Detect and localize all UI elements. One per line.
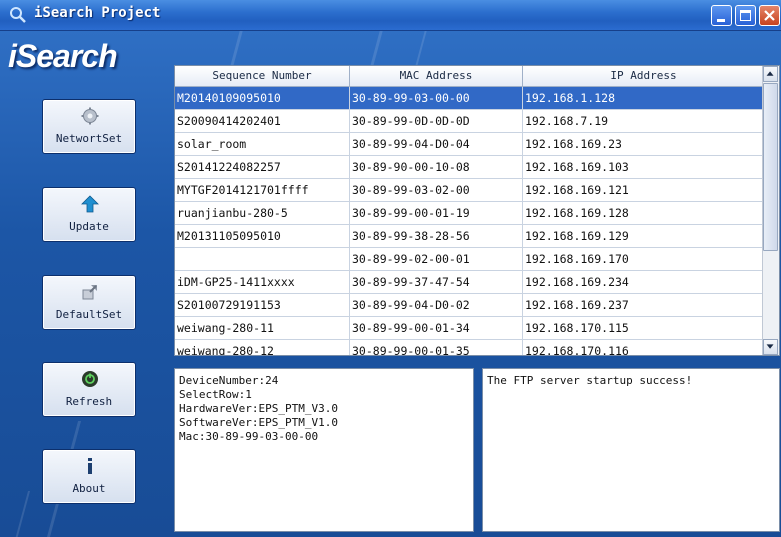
app-logo: iSearch: [8, 38, 118, 74]
column-header-sequence[interactable]: Sequence Number: [175, 66, 350, 86]
sequence-cell: S20141224082257: [175, 156, 350, 178]
table-row[interactable]: S20100729191153 30-89-99-04-D0-02 192.168.…: [175, 294, 765, 317]
ip-cell: 192.168.169.128: [523, 202, 765, 224]
networtset-label: NetwortSet: [55, 132, 123, 145]
background-streak: [230, 31, 243, 66]
ip-cell: 192.168.170.115: [523, 317, 765, 339]
sequence-cell: weiwang-280-12: [175, 340, 350, 355]
scroll-up-button[interactable]: [763, 66, 778, 82]
detail-line: HardwareVer:EPS_PTM_V3.0: [179, 402, 338, 415]
sequence-cell: ruanjianbu-280-5: [175, 202, 350, 224]
background-streak: [415, 31, 427, 66]
sequence-cell: iDM-GP25-1411xxxx: [175, 271, 350, 293]
defaultset-label: DefaultSet: [55, 308, 123, 321]
ip-cell: 192.168.170.116: [523, 340, 765, 355]
about-button[interactable]: About: [42, 449, 136, 504]
sequence-cell: S20090414202401: [175, 110, 350, 132]
ip-cell: 192.168.169.234: [523, 271, 765, 293]
ip-cell: 192.168.1.128: [523, 87, 765, 109]
gear-icon: [81, 107, 99, 125]
mac-cell: 30-89-99-02-00-01: [350, 248, 523, 270]
up-arrow-icon: [81, 195, 99, 213]
table-row[interactable]: weiwang-280-12 30-89-99-00-01-35 192.168.1…: [175, 340, 765, 355]
sequence-cell: S20100729191153: [175, 294, 350, 316]
sequence-cell: [175, 248, 350, 270]
table-scrollbar[interactable]: [762, 66, 779, 355]
ip-cell: 192.168.169.23: [523, 133, 765, 155]
close-button[interactable]: [759, 5, 780, 26]
log-panel[interactable]: The FTP server startup success!: [482, 368, 780, 532]
detail-line: DeviceNumber:24: [179, 374, 279, 387]
table-row[interactable]: iDM-GP25-1411xxxx 30-89-99-37-47-54 192.16…: [175, 271, 765, 294]
ip-cell: 192.168.169.237: [523, 294, 765, 316]
search-icon: [10, 7, 26, 23]
sequence-cell: MYTGF2014121701ffff: [175, 179, 350, 201]
table-row[interactable]: S20141224082257 30-89-90-00-10-08 192.168.…: [175, 156, 765, 179]
column-header-ip[interactable]: IP Address: [523, 66, 765, 86]
background-streak: [370, 31, 383, 66]
sequence-cell: M20131105095010: [175, 225, 350, 247]
mac-cell: 30-89-90-00-10-08: [350, 156, 523, 178]
title-bar[interactable]: iSearch Project: [0, 0, 781, 31]
maximize-icon: [740, 10, 751, 21]
table-row[interactable]: ruanjianbu-280-5 30-89-99-00-01-19 192.168…: [175, 202, 765, 225]
chevron-up-icon: [766, 71, 774, 76]
scroll-thumb[interactable]: [763, 83, 778, 251]
main-area: iSearch NetwortSet Update DefaultSet Ref…: [0, 31, 781, 537]
refresh-label: Refresh: [65, 395, 113, 408]
sequence-cell: weiwang-280-11: [175, 317, 350, 339]
table-row[interactable]: weiwang-280-11 30-89-99-00-01-34 192.168.1…: [175, 317, 765, 340]
maximize-button[interactable]: [735, 5, 756, 26]
mac-cell: 30-89-99-00-01-35: [350, 340, 523, 355]
mac-cell: 30-89-99-00-01-19: [350, 202, 523, 224]
table-row[interactable]: M20131105095010 30-89-99-38-28-56 192.168.…: [175, 225, 765, 248]
update-label: Update: [69, 220, 109, 233]
device-table[interactable]: Sequence Number MAC Address IP Address M…: [174, 65, 780, 356]
about-label: About: [72, 482, 106, 495]
table-row[interactable]: solar_room 30-89-99-04-D0-04 192.168.169.2…: [175, 133, 765, 156]
mac-cell: 30-89-99-37-47-54: [350, 271, 523, 293]
mac-cell: 30-89-99-03-02-00: [350, 179, 523, 201]
detail-line: SoftwareVer:EPS_PTM_V1.0: [179, 416, 338, 429]
power-icon: [82, 371, 98, 387]
scroll-down-button[interactable]: [763, 339, 778, 355]
mac-cell: 30-89-99-04-D0-04: [350, 133, 523, 155]
mac-cell: 30-89-99-03-00-00: [350, 87, 523, 109]
column-header-mac[interactable]: MAC Address: [350, 66, 523, 86]
background-streak: [11, 491, 31, 537]
mac-cell: 30-89-99-00-01-34: [350, 317, 523, 339]
app-window: iSearch Project iSearch NetwortSet Updat…: [0, 0, 781, 537]
chevron-down-icon: [766, 344, 774, 349]
table-row[interactable]: 30-89-99-02-00-01 192.168.169.170: [175, 248, 765, 271]
minimize-icon: [717, 19, 725, 22]
table-row[interactable]: S20090414202401 30-89-99-0D-0D-0D 192.168.…: [175, 110, 765, 133]
update-button[interactable]: Update: [42, 187, 136, 242]
ip-cell: 192.168.169.170: [523, 248, 765, 270]
info-icon: [88, 458, 92, 474]
ip-cell: 192.168.169.121: [523, 179, 765, 201]
reset-icon: [82, 285, 97, 300]
device-details-panel[interactable]: DeviceNumber:24 SelectRow:1 HardwareVer:…: [174, 368, 474, 532]
networtset-button[interactable]: NetwortSet: [42, 99, 136, 154]
minimize-button[interactable]: [711, 5, 732, 26]
close-icon: [764, 10, 775, 21]
defaultset-button[interactable]: DefaultSet: [42, 275, 136, 330]
refresh-button[interactable]: Refresh: [42, 362, 136, 417]
window-title: iSearch Project: [34, 5, 161, 21]
sequence-cell: M20140109095010: [175, 87, 350, 109]
log-message: The FTP server startup success!: [487, 374, 693, 387]
sequence-cell: solar_room: [175, 133, 350, 155]
mac-cell: 30-89-99-0D-0D-0D: [350, 110, 523, 132]
detail-line: Mac:30-89-99-03-00-00: [179, 430, 319, 443]
ip-cell: 192.168.7.19: [523, 110, 765, 132]
mac-cell: 30-89-99-04-D0-02: [350, 294, 523, 316]
ip-cell: 192.168.169.129: [523, 225, 765, 247]
table-row[interactable]: MYTGF2014121701ffff 30-89-99-03-02-00 192.…: [175, 179, 765, 202]
table-row[interactable]: M20140109095010 30-89-99-03-00-00 192.168.…: [175, 87, 765, 110]
table-header: Sequence Number MAC Address IP Address: [175, 66, 765, 87]
detail-line: SelectRow:1: [179, 388, 252, 401]
table-body: M20140109095010 30-89-99-03-00-00 192.168.…: [175, 87, 765, 355]
ip-cell: 192.168.169.103: [523, 156, 765, 178]
mac-cell: 30-89-99-38-28-56: [350, 225, 523, 247]
